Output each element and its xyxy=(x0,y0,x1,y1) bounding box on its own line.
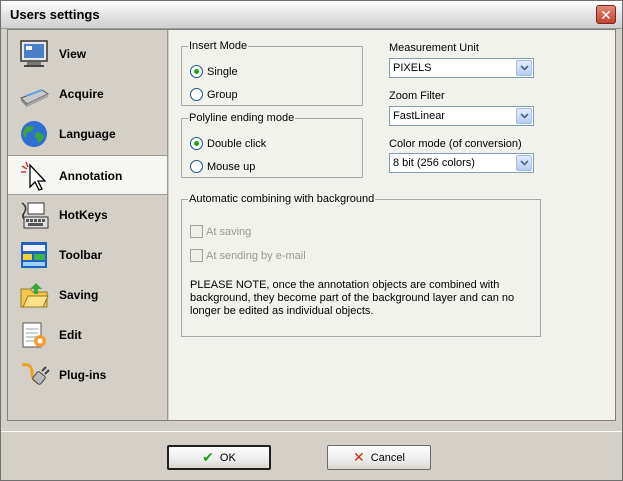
radio-label: Double click xyxy=(207,137,267,150)
sidebar-item-acquire[interactable]: Acquire xyxy=(8,74,167,114)
radio-double-click[interactable]: Double click xyxy=(190,137,266,150)
check-icon: ✔ xyxy=(202,449,214,465)
chevron-down-icon[interactable] xyxy=(516,108,532,124)
folder-icon xyxy=(18,279,50,311)
notepad-icon xyxy=(18,319,50,351)
sidebar-item-saving[interactable]: Saving xyxy=(8,275,167,315)
toolbar-icon xyxy=(18,239,50,271)
sidebar-item-label: Acquire xyxy=(59,87,104,101)
select-value: 8 bit (256 colors) xyxy=(393,157,475,169)
keyboard-icon xyxy=(18,199,50,231)
ok-button[interactable]: ✔ OK xyxy=(167,445,271,470)
combining-note: PLEASE NOTE, once the annotation objects… xyxy=(190,279,515,317)
combining-group: Automatic combining with background At s… xyxy=(181,193,541,337)
annotation-settings-panel: Insert Mode Single Group Polyline ending… xyxy=(169,30,615,420)
insert-mode-group: Insert Mode Single Group xyxy=(181,40,363,106)
title-bar[interactable]: Users settings ✕ xyxy=(1,1,622,29)
window-title: Users settings xyxy=(10,7,100,22)
sidebar-item-plug-ins[interactable]: Plug-ins xyxy=(8,355,167,395)
sidebar: View Acquire Language Annotation HotKeys… xyxy=(8,30,168,420)
monitor-icon xyxy=(18,38,50,70)
radio-label: Mouse up xyxy=(207,160,256,173)
checkbox[interactable] xyxy=(190,225,203,238)
radio-single[interactable]: Single xyxy=(190,65,238,78)
sidebar-item-hotkeys[interactable]: HotKeys xyxy=(8,195,167,235)
radio-label: Group xyxy=(207,88,238,101)
content-frame: View Acquire Language Annotation HotKeys… xyxy=(7,29,616,421)
sidebar-item-label: HotKeys xyxy=(59,208,108,222)
sidebar-item-annotation[interactable]: Annotation xyxy=(8,155,168,195)
radio-button-checked[interactable] xyxy=(190,65,203,78)
measurement-unit-select[interactable]: PIXELS xyxy=(389,58,534,78)
close-icon: ✕ xyxy=(600,6,612,23)
chevron-down-icon[interactable] xyxy=(516,60,532,76)
select-value: FastLinear xyxy=(393,110,445,122)
sidebar-item-toolbar[interactable]: Toolbar xyxy=(8,235,167,275)
radio-mouse-up[interactable]: Mouse up xyxy=(190,160,255,173)
checkbox-label: At saving xyxy=(206,225,252,238)
polyline-legend: Polyline ending mode xyxy=(189,112,295,124)
sidebar-item-edit[interactable]: Edit xyxy=(8,315,167,355)
ok-label: OK xyxy=(219,451,236,464)
cancel-button[interactable]: ✕ Cancel xyxy=(327,445,431,470)
radio-button[interactable] xyxy=(190,160,203,173)
combining-legend: Automatic combining with background xyxy=(189,193,375,205)
chevron-down-icon[interactable] xyxy=(516,155,532,171)
color-mode-select[interactable]: 8 bit (256 colors) xyxy=(389,153,534,173)
sidebar-item-label: Edit xyxy=(59,328,82,342)
globe-icon xyxy=(18,118,50,150)
cursor-icon xyxy=(18,160,50,192)
sidebar-item-label: Annotation xyxy=(59,169,123,183)
radio-label: Single xyxy=(207,65,238,78)
scanner-icon xyxy=(18,78,50,110)
zoom-filter-select[interactable]: FastLinear xyxy=(389,106,534,126)
checkbox-at-sending[interactable]: At sending by e-mail xyxy=(190,249,306,262)
radio-button-checked[interactable] xyxy=(190,137,203,150)
sidebar-item-label: Plug-ins xyxy=(59,368,107,382)
dialog-footer: ✔ OK ✕ Cancel xyxy=(1,431,622,480)
insert-mode-legend: Insert Mode xyxy=(189,40,248,52)
sidebar-item-label: Saving xyxy=(59,288,99,302)
sidebar-item-language[interactable]: Language xyxy=(8,114,167,154)
radio-group[interactable]: Group xyxy=(190,88,238,101)
users-settings-window: Users settings ✕ View Acquire Language A… xyxy=(0,0,623,481)
plug-icon xyxy=(18,359,50,391)
sidebar-item-view[interactable]: View xyxy=(8,34,167,74)
checkbox-label: At sending by e-mail xyxy=(206,249,306,262)
cancel-label: Cancel xyxy=(370,451,405,464)
x-icon: ✕ xyxy=(353,449,365,465)
checkbox[interactable] xyxy=(190,249,203,262)
measurement-unit-label: Measurement Unit xyxy=(389,42,479,54)
close-button[interactable]: ✕ xyxy=(596,5,616,24)
sidebar-item-label: Toolbar xyxy=(59,248,103,262)
polyline-ending-group: Polyline ending mode Double click Mouse … xyxy=(181,112,363,178)
sidebar-item-label: Language xyxy=(59,127,116,141)
checkbox-at-saving[interactable]: At saving xyxy=(190,225,251,238)
sidebar-item-label: View xyxy=(59,47,87,61)
color-mode-label: Color mode (of conversion) xyxy=(389,138,522,150)
zoom-filter-label: Zoom Filter xyxy=(389,90,445,102)
select-value: PIXELS xyxy=(393,62,432,74)
radio-button[interactable] xyxy=(190,88,203,101)
